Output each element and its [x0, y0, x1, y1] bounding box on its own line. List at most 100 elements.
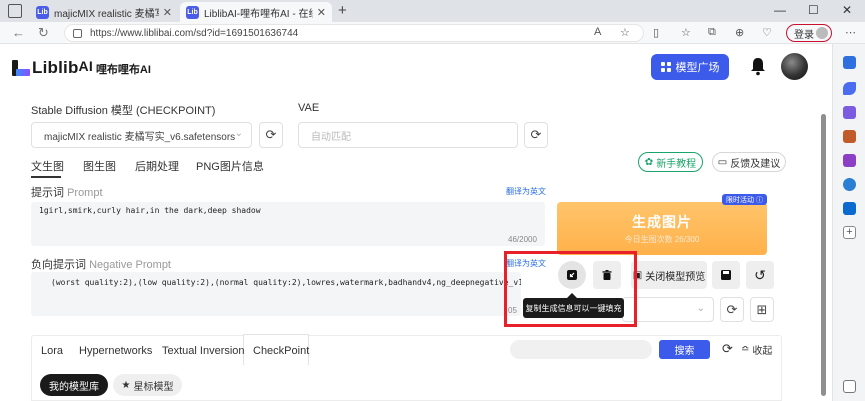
- bell-icon[interactable]: [749, 56, 767, 76]
- copilot-icon[interactable]: [843, 82, 856, 95]
- reset-button[interactable]: ↺: [746, 261, 774, 289]
- model-square-label: 模型广场: [675, 62, 720, 74]
- checkpoint-select[interactable]: majicMIX realistic 麦橘写实_v6.safetensors ⌄: [31, 122, 252, 148]
- maximize-icon[interactable]: ☐: [808, 3, 819, 17]
- sidebar-settings-icon[interactable]: [843, 380, 856, 393]
- negative-label-en: Negative Prompt: [89, 259, 171, 271]
- search-icon[interactable]: [843, 56, 856, 69]
- login-button[interactable]: 登录: [786, 24, 832, 42]
- tab-lora[interactable]: Lora: [41, 345, 63, 357]
- browser-tab-2[interactable]: Lib LiblibAI-哩布哩布AI - 在线stable ✕: [180, 2, 332, 22]
- active-tab-indicator: [31, 176, 61, 178]
- upload-button[interactable]: ⊞: [750, 297, 774, 322]
- lock-icon: [73, 28, 82, 38]
- close-model-preview-button[interactable]: ▣ 关闭模型预览: [631, 261, 707, 289]
- grid-icon: [660, 62, 671, 72]
- logo-wordmark: Liblib: [32, 58, 79, 77]
- liblib-logo-mark: [12, 60, 30, 76]
- close-icon[interactable]: ✕: [317, 6, 326, 19]
- prompt-label-en: Prompt: [67, 187, 103, 199]
- tab-png-info[interactable]: PNG图片信息: [196, 158, 264, 174]
- vae-select[interactable]: 自动匹配: [298, 122, 518, 148]
- refresh-icon: ⟳: [726, 301, 738, 317]
- model-square-button[interactable]: 模型广场: [651, 54, 729, 80]
- search-button[interactable]: 搜索: [659, 340, 710, 359]
- save-icon: [721, 270, 731, 280]
- tab-img2img[interactable]: 图生图: [83, 158, 116, 174]
- user-avatar[interactable]: [781, 53, 808, 80]
- split-screen-icon[interactable]: ▯: [653, 26, 659, 39]
- reload-icon[interactable]: ↻: [38, 25, 49, 41]
- browser-essentials-icon[interactable]: ♡: [762, 26, 772, 39]
- collections-icon[interactable]: ⧉: [708, 26, 716, 39]
- collapse-icon: ≏: [741, 344, 750, 355]
- tab-postprocess[interactable]: 后期处理: [135, 158, 179, 174]
- favorites-icon[interactable]: ☆: [681, 26, 691, 39]
- newbie-tutorial-button[interactable]: ✿ 新手教程: [638, 152, 703, 172]
- negative-prompt-label: 负向提示词 Negative Prompt: [31, 256, 171, 272]
- refresh-icon: ⟳: [265, 127, 277, 142]
- sparkle-icon: ✿: [644, 156, 654, 168]
- new-tab-icon[interactable]: +: [338, 2, 347, 19]
- tag-icon[interactable]: [843, 106, 856, 119]
- refresh-vae-button[interactable]: ⟳: [524, 122, 548, 148]
- chevron-down-icon: ⌄: [234, 128, 243, 139]
- outlook-icon[interactable]: [843, 202, 856, 215]
- m365-icon[interactable]: [843, 178, 856, 191]
- limited-event-badge[interactable]: 限时活动 ⓘ: [722, 194, 767, 205]
- newbie-label: 新手教程: [656, 158, 697, 170]
- collapse-button[interactable]: ≏ 收起: [741, 342, 772, 357]
- limited-event-label: 限时活动: [726, 196, 754, 204]
- help-icon: ⓘ: [756, 196, 763, 204]
- close-icon[interactable]: ✕: [163, 6, 172, 19]
- more-options-icon[interactable]: ⋯: [845, 26, 856, 39]
- browser-tab-1[interactable]: Lib majicMIX realistic 麦橘写实 | Lib ✕: [30, 2, 178, 22]
- generate-quota: 今日生图次数 26/300: [624, 235, 700, 244]
- tab-textual-inversion[interactable]: Textual Inversion: [162, 345, 245, 357]
- liblib-favicon: Lib: [36, 5, 49, 19]
- extensions-icon[interactable]: ⊕: [735, 26, 744, 39]
- liblib-logo[interactable]: Liblib AI 哩布哩布AI: [12, 58, 151, 78]
- translate-prompt-link[interactable]: 翻译为英文: [506, 186, 546, 197]
- window-menu-icon[interactable]: [8, 4, 22, 18]
- checkpoint-value: majicMIX realistic 麦橘写实_v6.safetensors: [44, 131, 236, 143]
- back-icon[interactable]: ←: [12, 25, 25, 40]
- login-label: 登录: [794, 29, 814, 41]
- model-search-input[interactable]: [510, 340, 652, 359]
- logo-ai: AI: [78, 58, 93, 74]
- generate-label: 生成图片: [632, 214, 692, 230]
- starred-models-button[interactable]: ★ 星标模型: [113, 374, 182, 396]
- liblib-favicon: Lib: [186, 5, 199, 19]
- refresh-models-icon[interactable]: ⟳: [722, 341, 733, 357]
- read-aloud-icon[interactable]: A: [594, 26, 601, 38]
- toolbox-icon[interactable]: [843, 130, 856, 143]
- my-model-library-button[interactable]: 我的模型库: [40, 374, 108, 396]
- games-icon[interactable]: [843, 154, 856, 167]
- browser-address-bar: ← ↻ https://www.liblibai.com/sd?id=16915…: [0, 22, 865, 44]
- tab-txt2img[interactable]: 文生图: [31, 158, 64, 174]
- refresh-sampler-button[interactable]: ⟳: [720, 297, 744, 322]
- file-add-icon: ⊞: [756, 301, 768, 317]
- favorite-star-icon[interactable]: ☆: [620, 26, 630, 39]
- add-icon[interactable]: +: [843, 226, 856, 239]
- prompt-textarea[interactable]: 1girl,smirk,curly hair,in the dark,deep …: [31, 202, 545, 246]
- close-window-icon[interactable]: ✕: [842, 3, 852, 17]
- chat-icon: ▭: [717, 156, 728, 168]
- tab-hypernetworks[interactable]: Hypernetworks: [79, 345, 152, 357]
- chevron-down-icon: ⌄: [696, 303, 705, 314]
- minimize-icon[interactable]: —: [774, 3, 786, 17]
- url-field[interactable]: https://www.liblibai.com/sd?id=169150163…: [64, 24, 644, 42]
- scrollbar-thumb[interactable]: [821, 114, 826, 396]
- feedback-button[interactable]: ▭ 反馈及建议: [712, 152, 786, 172]
- vae-placeholder: 自动匹配: [311, 131, 351, 143]
- prompt-label-cn: 提示词: [31, 187, 64, 199]
- prompt-char-count: 46/2000: [508, 235, 537, 244]
- refresh-checkpoint-button[interactable]: ⟳: [259, 122, 283, 148]
- negative-prompt-textarea[interactable]: (worst quality:2),(low quality:2),(norma…: [31, 272, 521, 316]
- tab-title: majicMIX realistic 麦橘写实 | Lib: [54, 8, 159, 20]
- generate-button[interactable]: 生成图片 今日生图次数 26/300: [557, 202, 767, 255]
- refresh-icon: ⟳: [530, 127, 542, 142]
- tab-title: LiblibAI-哩布哩布AI - 在线stable: [204, 8, 313, 20]
- tab-checkpoint[interactable]: CheckPoint: [253, 345, 309, 357]
- save-button[interactable]: [712, 261, 740, 289]
